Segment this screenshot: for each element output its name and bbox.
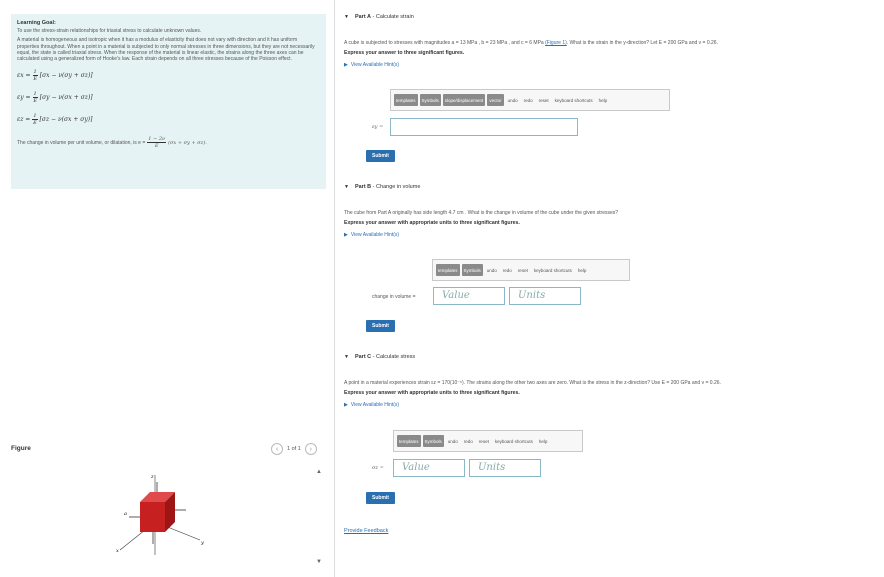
hint-triangle-icon: ▶ [344, 62, 348, 69]
right-panel: ▼ Part A - Calculate strain A cube is su… [336, 0, 884, 577]
reset-button[interactable]: reset [537, 98, 551, 103]
learning-goal-box: Learning Goal: To use the stress-strain … [11, 14, 326, 189]
part-c-hints[interactable]: ▶ View Available Hint(s) [344, 402, 874, 408]
part-c: ▼ Part C - Calculate stress A point in a… [344, 354, 874, 408]
collapse-triangle-icon[interactable]: ▼ [344, 354, 349, 360]
part-a-submit-button[interactable]: Submit [366, 150, 395, 162]
part-a-instruction: Express your answer to three significant… [344, 50, 465, 57]
keyboard-shortcuts-button[interactable]: keyboard shortcuts [553, 98, 595, 103]
help-button[interactable]: help [597, 98, 610, 103]
part-a-header[interactable]: ▼ Part A - Calculate strain [344, 14, 874, 20]
collapse-triangle-icon[interactable]: ▼ [344, 14, 349, 20]
dilatation-equation: The change in volume per unit volume, or… [17, 136, 207, 150]
part-b-value-input[interactable]: Value [433, 287, 505, 305]
part-a: ▼ Part A - Calculate strain A cube is su… [344, 14, 874, 68]
undo-button[interactable]: undo [446, 439, 460, 444]
part-c-submit-button[interactable]: Submit [366, 492, 395, 504]
prev-figure-button[interactable]: ‹ [271, 443, 283, 455]
hint-triangle-icon: ▶ [344, 402, 348, 409]
equation-strain-z: εz = 1E [σz − ν(σx + σy)] [17, 112, 93, 126]
part-c-header[interactable]: ▼ Part C - Calculate stress [344, 354, 874, 360]
part-b-toolbar: templates Symbols undo redo reset keyboa… [432, 259, 630, 281]
part-a-question: A cube is subjected to stresses with mag… [344, 40, 718, 46]
symbols-button[interactable]: Symbols [419, 94, 441, 106]
part-c-toolbar: templates Symbols undo redo reset keyboa… [393, 430, 583, 452]
figure-pager: ‹ 1 of 1 › [271, 443, 317, 455]
equation-strain-y: εy = 1E [σy − ν(σx + σz)] [17, 90, 93, 104]
redo-button[interactable]: redo [522, 98, 535, 103]
figure-label: Figure [11, 445, 31, 452]
part-b-submit-button[interactable]: Submit [366, 320, 395, 332]
part-a-input-label: εy = [372, 124, 384, 130]
keyboard-shortcuts-button[interactable]: keyboard shortcuts [532, 268, 574, 273]
part-b-hints[interactable]: ▶ View Available Hint(s) [344, 232, 874, 238]
learning-goal-title: Learning Goal: [17, 20, 56, 26]
vector-button[interactable]: vector [487, 94, 504, 106]
part-a-toolbar: templates Symbols slope/displacement vec… [390, 89, 670, 111]
stress-label-a: a [124, 511, 127, 517]
part-a-answer-input[interactable] [390, 118, 578, 136]
part-c-instruction: Express your answer with appropriate uni… [344, 390, 520, 397]
part-c-value-input[interactable]: Value [393, 459, 465, 477]
hint-triangle-icon: ▶ [344, 232, 348, 239]
keyboard-shortcuts-button[interactable]: keyboard shortcuts [493, 439, 535, 444]
templates-button[interactable]: templates [394, 94, 418, 106]
part-c-input-label: σz = [372, 465, 384, 471]
axis-label-x: x [116, 548, 119, 554]
scroll-up-arrow-icon[interactable]: ▲ [316, 469, 322, 475]
part-b: ▼ Part B - Change in volume The cube fro… [344, 184, 874, 238]
cube-front-face [140, 502, 165, 532]
learning-goal-intro: To use the stress-strain relationships f… [17, 28, 202, 34]
undo-button[interactable]: undo [506, 98, 520, 103]
undo-button[interactable]: undo [485, 268, 499, 273]
reset-button[interactable]: reset [516, 268, 530, 273]
provide-feedback-link[interactable]: Provide Feedback [344, 528, 388, 534]
collapse-triangle-icon[interactable]: ▼ [344, 184, 349, 190]
part-c-units-input[interactable]: Units [469, 459, 541, 477]
slope-button[interactable]: slope/displacement [442, 94, 486, 106]
help-button[interactable]: help [576, 268, 589, 273]
scroll-down-arrow-icon[interactable]: ▼ [316, 559, 322, 565]
symbols-button[interactable]: Symbols [461, 264, 483, 276]
part-b-question: The cube from Part A originally has side… [344, 210, 619, 216]
part-b-instruction: Express your answer with appropriate uni… [344, 220, 520, 227]
symbols-button[interactable]: Symbols [422, 435, 444, 447]
part-a-hints[interactable]: ▶ View Available Hint(s) [344, 62, 874, 68]
equation-strain-x: εx = 1E [σx − ν(σy + σz)] [17, 68, 93, 82]
figure-link[interactable]: (Figure 1) [545, 40, 567, 46]
templates-button[interactable]: templates [397, 435, 421, 447]
next-figure-button[interactable]: › [304, 443, 317, 455]
reset-button[interactable]: reset [477, 439, 491, 444]
templates-button[interactable]: templates [436, 264, 460, 276]
redo-button[interactable]: redo [462, 439, 475, 444]
part-b-units-input[interactable]: Units [509, 287, 581, 305]
left-panel: Learning Goal: To use the stress-strain … [0, 0, 335, 577]
axis-label-y: y [200, 540, 204, 546]
part-c-question: A point in a material experiences strain… [344, 380, 721, 386]
axis-label-z: z [150, 474, 154, 480]
part-b-input-label: change in volume = [372, 294, 416, 300]
part-b-header[interactable]: ▼ Part B - Change in volume [344, 184, 874, 190]
help-button[interactable]: help [537, 439, 550, 444]
cube-figure: z x y a [116, 474, 204, 555]
learning-goal-body: A material is homogeneous and isotropic … [17, 37, 315, 63]
redo-button[interactable]: redo [501, 268, 514, 273]
figure-page-count: 1 of 1 [287, 446, 301, 452]
